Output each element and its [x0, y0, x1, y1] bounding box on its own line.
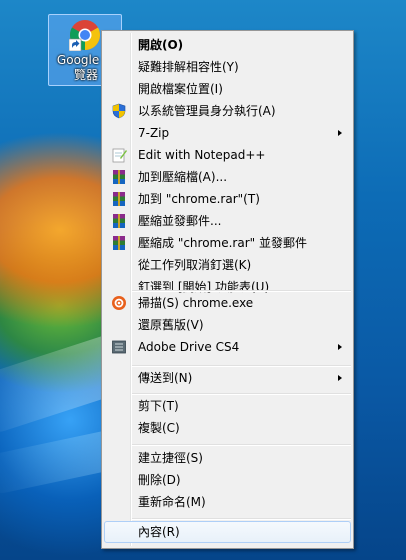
submenu-arrow-icon: [338, 130, 342, 136]
menu-separator: [132, 444, 351, 446]
menu-item-7zip[interactable]: 7-Zip: [104, 122, 351, 144]
menu-item-run-as-admin[interactable]: 以系統管理員身分執行(A): [104, 100, 351, 122]
menu-item-open[interactable]: 開啟(O): [104, 34, 351, 56]
winrar-icon: [113, 214, 125, 228]
menu-item-label: 壓縮並發郵件...: [138, 214, 222, 228]
menu-item-add-to-archive[interactable]: 加到壓縮檔(A)...: [104, 166, 351, 188]
menu-item-label: 刪除(D): [138, 473, 181, 487]
menu-item-label: 重新命名(M): [138, 495, 206, 509]
winrar-icon: [113, 236, 125, 250]
menu-item-properties[interactable]: 內容(R): [104, 521, 351, 543]
chrome-shortcut-icon: [69, 20, 101, 51]
menu-item-label: 內容(R): [138, 525, 180, 539]
menu-item-scan-chrome[interactable]: 掃描(S) chrome.exe: [104, 292, 351, 314]
context-menu: 開啟(O) 疑難排解相容性(Y) 開啟檔案位置(I) 以系統管理員身分執行(A)…: [101, 30, 354, 549]
menu-item-label: 加到壓縮檔(A)...: [138, 170, 228, 184]
menu-item-label: Edit with Notepad++: [138, 148, 266, 162]
submenu-arrow-icon: [338, 375, 342, 381]
menu-item-label: 7-Zip: [138, 126, 170, 140]
menu-item-compress-chrome-rar-and-email[interactable]: 壓縮成 "chrome.rar" 並發郵件: [104, 232, 351, 254]
menu-item-delete[interactable]: 刪除(D): [104, 469, 351, 491]
menu-item-label: 開啟(O): [138, 38, 184, 52]
menu-item-label: 複製(C): [138, 421, 180, 435]
menu-item-label: 開啟檔案位置(I): [138, 82, 223, 96]
menu-item-label: 壓縮成 "chrome.rar" 並發郵件: [138, 236, 307, 250]
menu-item-label: Adobe Drive CS4: [138, 340, 240, 354]
adobe-drive-icon: [112, 340, 126, 354]
menu-item-label: 掃描(S) chrome.exe: [138, 296, 254, 310]
menu-item-label: 建立捷徑(S): [138, 451, 203, 465]
menu-item-troubleshoot-compatibility[interactable]: 疑難排解相容性(Y): [104, 56, 351, 78]
menu-item-create-shortcut[interactable]: 建立捷徑(S): [104, 447, 351, 469]
menu-item-label: 從工作列取消釘選(K): [138, 258, 252, 272]
menu-item-restore-previous-versions[interactable]: 還原舊版(V): [104, 314, 351, 336]
menu-item-label: 剪下(T): [138, 399, 179, 413]
menu-separator: [132, 518, 351, 520]
menu-item-label: 還原舊版(V): [138, 318, 204, 332]
submenu-arrow-icon: [338, 344, 342, 350]
notepad-plus-plus-icon: [112, 148, 127, 163]
menu-item-cut[interactable]: 剪下(T): [104, 395, 351, 417]
uac-shield-icon: [112, 103, 126, 119]
menu-item-label: 傳送到(N): [138, 371, 193, 385]
menu-item-adobe-drive[interactable]: Adobe Drive CS4: [104, 336, 351, 358]
menu-item-rename[interactable]: 重新命名(M): [104, 491, 351, 513]
winrar-icon: [113, 192, 125, 206]
winrar-icon: [113, 170, 125, 184]
menu-item-open-file-location[interactable]: 開啟檔案位置(I): [104, 78, 351, 100]
menu-item-unpin-taskbar[interactable]: 從工作列取消釘選(K): [104, 254, 351, 276]
menu-item-label: 以系統管理員身分執行(A): [138, 104, 276, 118]
antivirus-scan-icon: [112, 296, 126, 310]
menu-item-label: 疑難排解相容性(Y): [138, 60, 239, 74]
menu-item-edit-notepadpp[interactable]: Edit with Notepad++: [104, 144, 351, 166]
menu-item-label: 加到 "chrome.rar"(T): [138, 192, 260, 206]
menu-item-copy[interactable]: 複製(C): [104, 417, 351, 439]
menu-item-add-to-chrome-rar[interactable]: 加到 "chrome.rar"(T): [104, 188, 351, 210]
menu-item-compress-and-email[interactable]: 壓縮並發郵件...: [104, 210, 351, 232]
menu-item-send-to[interactable]: 傳送到(N): [104, 367, 351, 389]
